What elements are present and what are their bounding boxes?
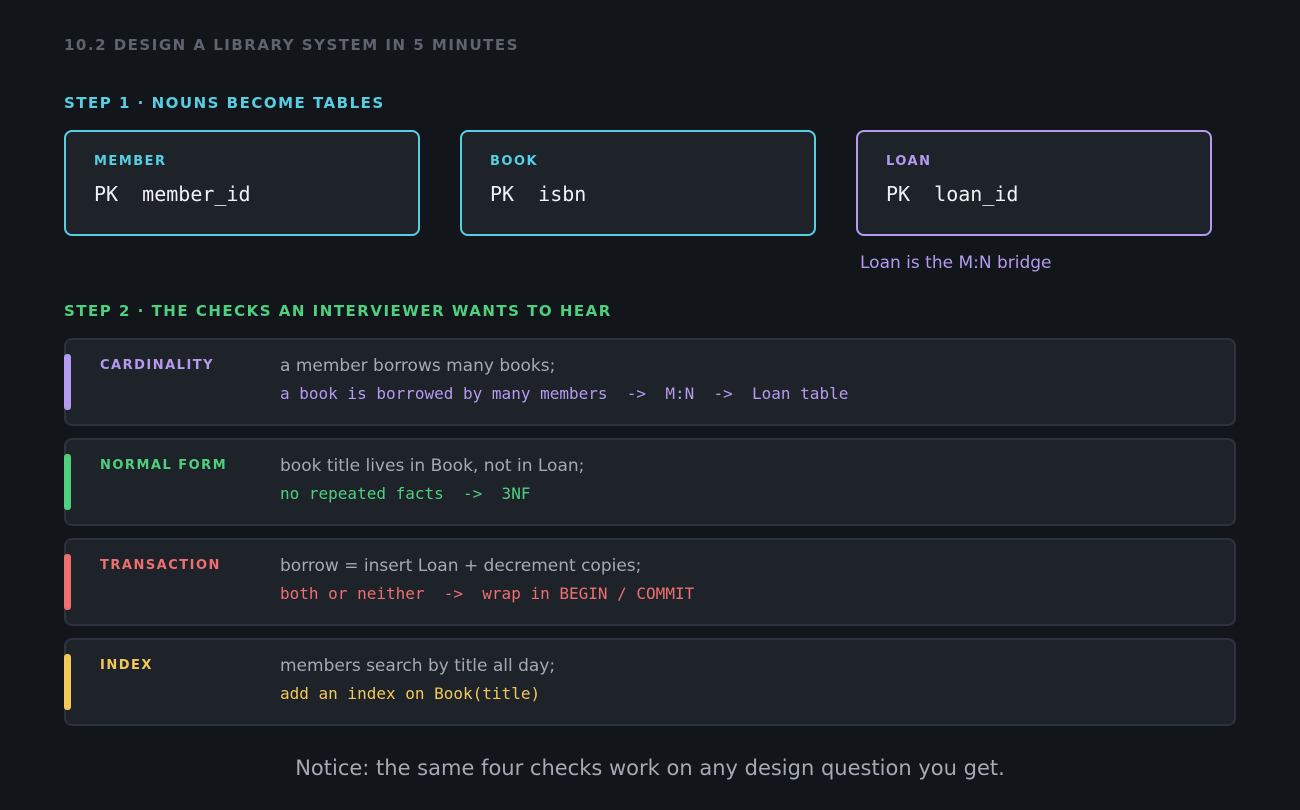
check-code: both or neither -> wrap in BEGIN / COMMI…	[280, 584, 695, 603]
check-description: members search by title all day;	[280, 656, 556, 676]
accent-bar	[64, 454, 71, 510]
check-description: borrow = insert Loan + decrement copies;	[280, 556, 642, 576]
check-code: no repeated facts -> 3NF	[280, 484, 531, 503]
check-label: CARDINALITY	[100, 358, 215, 373]
accent-bar	[64, 354, 71, 410]
table-name: BOOK	[490, 154, 539, 169]
check-row-normal-form: NORMAL FORM book title lives in Book, no…	[64, 438, 1236, 526]
table-primary-key: PK loan_id	[886, 182, 1019, 206]
check-row-cardinality: CARDINALITY a member borrows many books;…	[64, 338, 1236, 426]
check-row-index: INDEX members search by title all day; a…	[64, 638, 1236, 726]
check-code: add an index on Book(title)	[280, 684, 541, 703]
check-code: a book is borrowed by many members -> M:…	[280, 384, 849, 403]
check-description: book title lives in Book, not in Loan;	[280, 456, 585, 476]
accent-bar	[64, 654, 71, 710]
check-label: INDEX	[100, 658, 153, 673]
check-label: TRANSACTION	[100, 558, 221, 573]
table-primary-key: PK isbn	[490, 182, 587, 206]
slide: 10.2 DESIGN A LIBRARY SYSTEM IN 5 MINUTE…	[0, 0, 1300, 810]
check-description: a member borrows many books;	[280, 356, 556, 376]
bridge-note: Loan is the M:N bridge	[860, 253, 1052, 273]
footer-note: Notice: the same four checks work on any…	[295, 756, 1005, 780]
table-card-book: BOOK PK isbn	[460, 130, 816, 236]
page-title: 10.2 DESIGN A LIBRARY SYSTEM IN 5 MINUTE…	[64, 36, 519, 54]
table-name: MEMBER	[94, 154, 167, 169]
table-name: LOAN	[886, 154, 932, 169]
step2-heading: STEP 2 · THE CHECKS AN INTERVIEWER WANTS…	[64, 302, 612, 320]
table-card-loan: LOAN PK loan_id	[856, 130, 1212, 236]
check-label: NORMAL FORM	[100, 458, 228, 473]
accent-bar	[64, 554, 71, 610]
table-primary-key: PK member_id	[94, 182, 251, 206]
check-row-transaction: TRANSACTION borrow = insert Loan + decre…	[64, 538, 1236, 626]
step1-heading: STEP 1 · NOUNS BECOME TABLES	[64, 94, 385, 112]
table-card-member: MEMBER PK member_id	[64, 130, 420, 236]
